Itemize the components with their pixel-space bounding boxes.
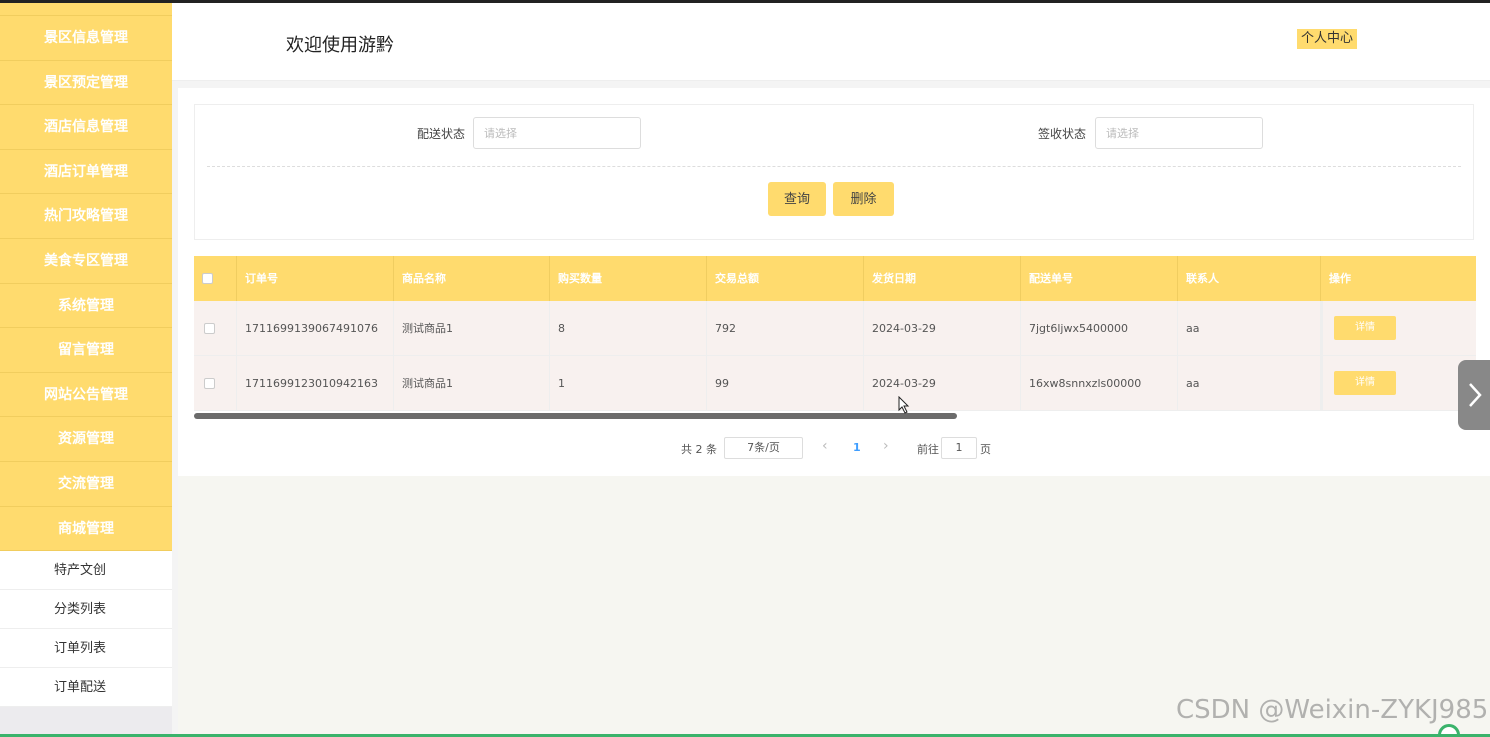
sidebar-item-guides[interactable]: 热门攻略管理 — [0, 194, 172, 239]
column-header[interactable]: 商品名称 — [394, 256, 550, 301]
contact-cell: aa — [1178, 356, 1321, 411]
column-header[interactable]: 发货日期 — [864, 256, 1021, 301]
total-cell: 792 — [707, 301, 864, 356]
select-all-checkbox[interactable] — [202, 273, 213, 284]
submenu-item-categories[interactable]: 分类列表 — [0, 590, 172, 630]
receipt-status-label: 签收状态 — [1038, 127, 1087, 141]
sidebar-item-system[interactable]: 系统管理 — [0, 283, 172, 329]
sidebar-item-exchange[interactable]: 交流管理 — [0, 461, 172, 507]
query-button[interactable]: 查询 — [768, 182, 826, 216]
prev-page-button[interactable]: ‹ — [822, 438, 828, 454]
divider — [207, 166, 1461, 167]
next-arrow-button[interactable] — [1458, 360, 1490, 430]
mouse-cursor-icon — [898, 396, 910, 414]
delivery-status-select[interactable] — [473, 117, 641, 149]
sidebar-item-mall[interactable]: 商城管理 — [0, 506, 172, 552]
contact-cell: aa — [1178, 301, 1321, 356]
watermark: CSDN @Weixin-ZYKJ985 — [1176, 695, 1489, 725]
delivery-status-label: 配送状态 — [417, 127, 466, 141]
next-page-button[interactable]: › — [883, 438, 889, 454]
horizontal-scrollbar[interactable] — [194, 413, 1476, 419]
sidebar-item-food[interactable]: 美食专区管理 — [0, 238, 172, 284]
header-checkbox-cell — [194, 256, 237, 301]
table-row: 1711699139067491076 测试商品1 8 792 2024-03-… — [194, 301, 1476, 356]
row-checkbox[interactable] — [204, 378, 215, 389]
quantity-cell: 8 — [550, 301, 707, 356]
order-number-cell: 1711699139067491076 — [237, 301, 394, 356]
sidebar-item-resources[interactable]: 资源管理 — [0, 417, 172, 462]
row-checkbox-cell — [194, 301, 237, 356]
sidebar-item-scenic-booking[interactable]: 景区预定管理 — [0, 60, 172, 106]
column-header: 操作 — [1329, 272, 1351, 285]
page-title: 欢迎使用游黔 — [286, 35, 394, 56]
column-header[interactable]: 配送单号 — [1021, 256, 1178, 301]
order-number-cell: 1711699123010942163 — [237, 356, 394, 411]
action-cell: 详情 — [1321, 356, 1476, 411]
profile-button[interactable]: 个人中心 — [1297, 29, 1358, 49]
action-cell: 详情 — [1321, 301, 1476, 356]
detail-button[interactable]: 详情 — [1334, 371, 1396, 395]
column-header[interactable]: 购买数量 — [550, 256, 707, 301]
product-name-cell: 测试商品1 — [394, 301, 550, 356]
sidebar: 景区信息管理 景区预定管理 酒店信息管理 酒店订单管理 热门攻略管理 美食专区管… — [0, 3, 172, 737]
sidebar-item-hotel-orders[interactable]: 酒店订单管理 — [0, 149, 172, 195]
total-cell: 99 — [707, 356, 864, 411]
page-size-select[interactable]: 7条/页 — [724, 437, 803, 459]
pagination-total: 共 2 条 — [681, 443, 717, 456]
page-suffix: 页 — [980, 443, 991, 456]
delete-button[interactable]: 删除 — [833, 182, 894, 216]
current-page[interactable]: 1 — [853, 441, 861, 454]
search-form: 配送状态 签收状态 查询 删除 — [194, 104, 1474, 240]
sidebar-item-messages[interactable]: 留言管理 — [0, 328, 172, 373]
sidebar-item-scenic-info[interactable]: 景区信息管理 — [0, 16, 172, 61]
table-row: 1711699123010942163 测试商品1 1 99 2024-03-2… — [194, 356, 1476, 411]
scrollbar-thumb[interactable] — [194, 413, 957, 419]
goto-page-input[interactable]: 1 — [941, 437, 977, 459]
receipt-status-select[interactable] — [1095, 117, 1263, 149]
delivery-number-cell: 16xw8snnxzls00000 — [1021, 356, 1178, 411]
row-checkbox-cell — [194, 356, 237, 411]
table-header: 订单号 商品名称 购买数量 交易总额 发货日期 配送单号 联系人 操作 — [194, 256, 1476, 301]
main-panel: 配送状态 签收状态 查询 删除 订单号 商品名称 购买数量 交易总额 发货日期 … — [178, 88, 1490, 476]
sidebar-item-top[interactable] — [0, 3, 172, 16]
product-name-cell: 测试商品1 — [394, 356, 550, 411]
detail-button[interactable]: 详情 — [1334, 316, 1396, 340]
header: 欢迎使用游黔 个人中心 — [172, 3, 1490, 81]
orders-table: 订单号 商品名称 购买数量 交易总额 发货日期 配送单号 联系人 操作 1711… — [194, 256, 1476, 416]
submenu-item-orders[interactable]: 订单列表 — [0, 629, 172, 669]
sidebar-item-announcements[interactable]: 网站公告管理 — [0, 372, 172, 418]
quantity-cell: 1 — [550, 356, 707, 411]
delivery-number-cell: 7jgt6ljwx5400000 — [1021, 301, 1178, 356]
column-header[interactable]: 交易总额 — [707, 256, 864, 301]
submenu-item-delivery[interactable]: 订单配送 — [0, 668, 172, 708]
row-checkbox[interactable] — [204, 323, 215, 334]
column-header[interactable]: 订单号 — [237, 256, 394, 301]
submenu-item-specialty[interactable]: 特产文创 — [0, 551, 172, 591]
sidebar-item-hotel-info[interactable]: 酒店信息管理 — [0, 105, 172, 150]
chevron-right-icon — [1469, 383, 1482, 407]
column-header[interactable]: 联系人 — [1178, 256, 1321, 301]
goto-label: 前往 — [917, 443, 939, 456]
ship-date-cell: 2024-03-29 — [864, 301, 1021, 356]
ship-date-cell: 2024-03-29 — [864, 356, 1021, 411]
